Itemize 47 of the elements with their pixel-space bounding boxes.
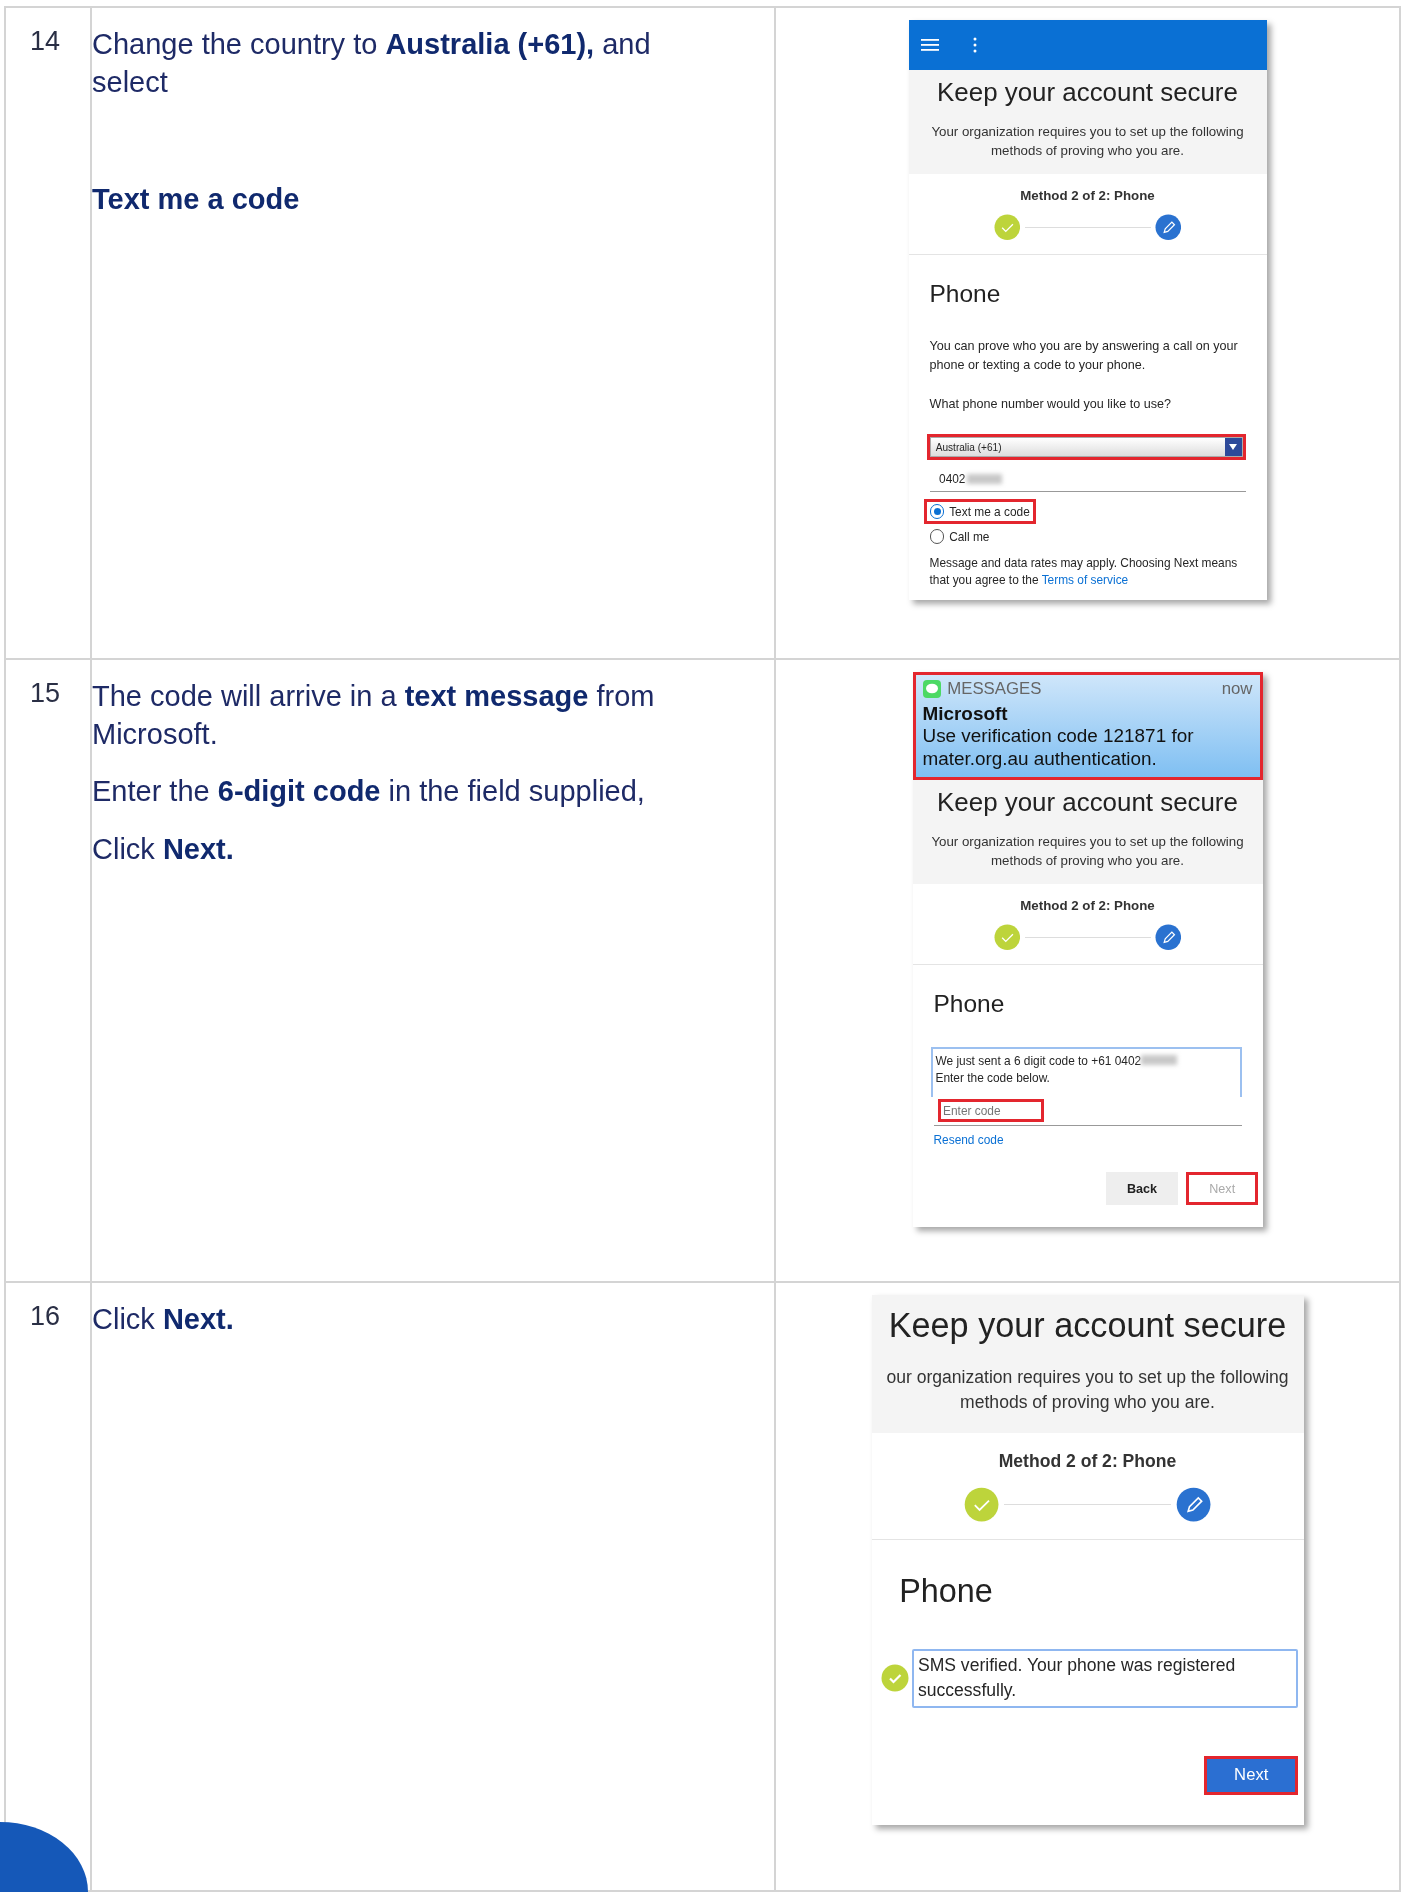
sent-message: We just sent a 6 digit code to +61 0402: [935, 1053, 1142, 1068]
terms-link[interactable]: Terms of service: [1041, 572, 1129, 587]
page-subtitle: our organization requires you to set up the following methods of proving who you are.: [885, 1366, 1290, 1414]
section-heading: Phone: [899, 1573, 994, 1611]
instruction-text: Text me a code: [92, 182, 301, 218]
resend-code-link[interactable]: Resend code: [933, 1132, 1242, 1147]
step-number: 14: [30, 26, 61, 56]
section-heading: Phone: [929, 279, 1002, 308]
method-label: Method 2 of 2: Phone: [1019, 898, 1156, 914]
instruction-text: Enter the 6-digit code in the field supplied,: [92, 774, 646, 810]
question-text: What phone number would you like to use?: [929, 396, 1173, 414]
section-heading: Phone: [933, 989, 1006, 1018]
step-number: 15: [30, 678, 61, 708]
method-label: Method 2 of 2: Phone: [997, 1451, 1178, 1473]
sent-message-hint: Enter the code below.: [935, 1069, 1051, 1087]
step-number: 16: [30, 1301, 61, 1331]
messages-app-icon: [922, 680, 941, 699]
page-title: Keep your account secure: [887, 1305, 1288, 1345]
caret-icon: [1229, 444, 1238, 451]
page-subtitle: Your organization requires you to set up the following methods of proving who you are.: [930, 832, 1245, 870]
description-text: You can prove who you are by answering a call on your phone or texting a code to your phone.: [929, 338, 1239, 375]
blurred-digits: [966, 474, 1003, 484]
page-title: Keep your account secure: [936, 78, 1239, 108]
app-name: MESSAGES: [947, 679, 1042, 700]
back-button[interactable]: Back: [1106, 1172, 1178, 1205]
terms-note: Message and data rates may apply. Choosing Next means that you agree to the Terms of service: [929, 555, 1239, 589]
country-dropdown[interactable]: Australia (+61): [929, 437, 1243, 458]
message-sender: Microsoft: [922, 702, 1009, 725]
page-subtitle: Your organization requires you to set up the following methods of proving who you are.: [930, 123, 1245, 160]
instruction-text: Change the country to Australia (+61), and select: [92, 27, 652, 100]
instruction-text: Click Next.: [92, 832, 235, 868]
radio-option[interactable]: Call me: [923, 524, 996, 550]
radio-option[interactable]: Text me a code: [923, 499, 1037, 525]
phone-number-field[interactable]: 0402: [929, 465, 1246, 492]
next-button[interactable]: Next: [1204, 1755, 1298, 1795]
check-icon: [880, 1664, 909, 1693]
code-input-field[interactable]: Enter code: [937, 1099, 1044, 1122]
more-options-icon[interactable]: [972, 37, 977, 54]
blurred-digits: [1141, 1055, 1177, 1065]
menu-icon[interactable]: [921, 38, 940, 53]
instruction-text: The code will arrive in a text message from Microsoft.: [92, 679, 656, 752]
notification-time: now: [1221, 679, 1253, 700]
instruction-text: Click Next.: [92, 1302, 235, 1337]
message-body: Use verification code 121871 for mater.org.au authentication.: [922, 724, 1195, 771]
success-message: SMS verified. Your phone was registered successfully.: [912, 1649, 1298, 1708]
method-label: Method 2 of 2: Phone: [1019, 188, 1156, 204]
page-title: Keep your account secure: [936, 788, 1239, 818]
